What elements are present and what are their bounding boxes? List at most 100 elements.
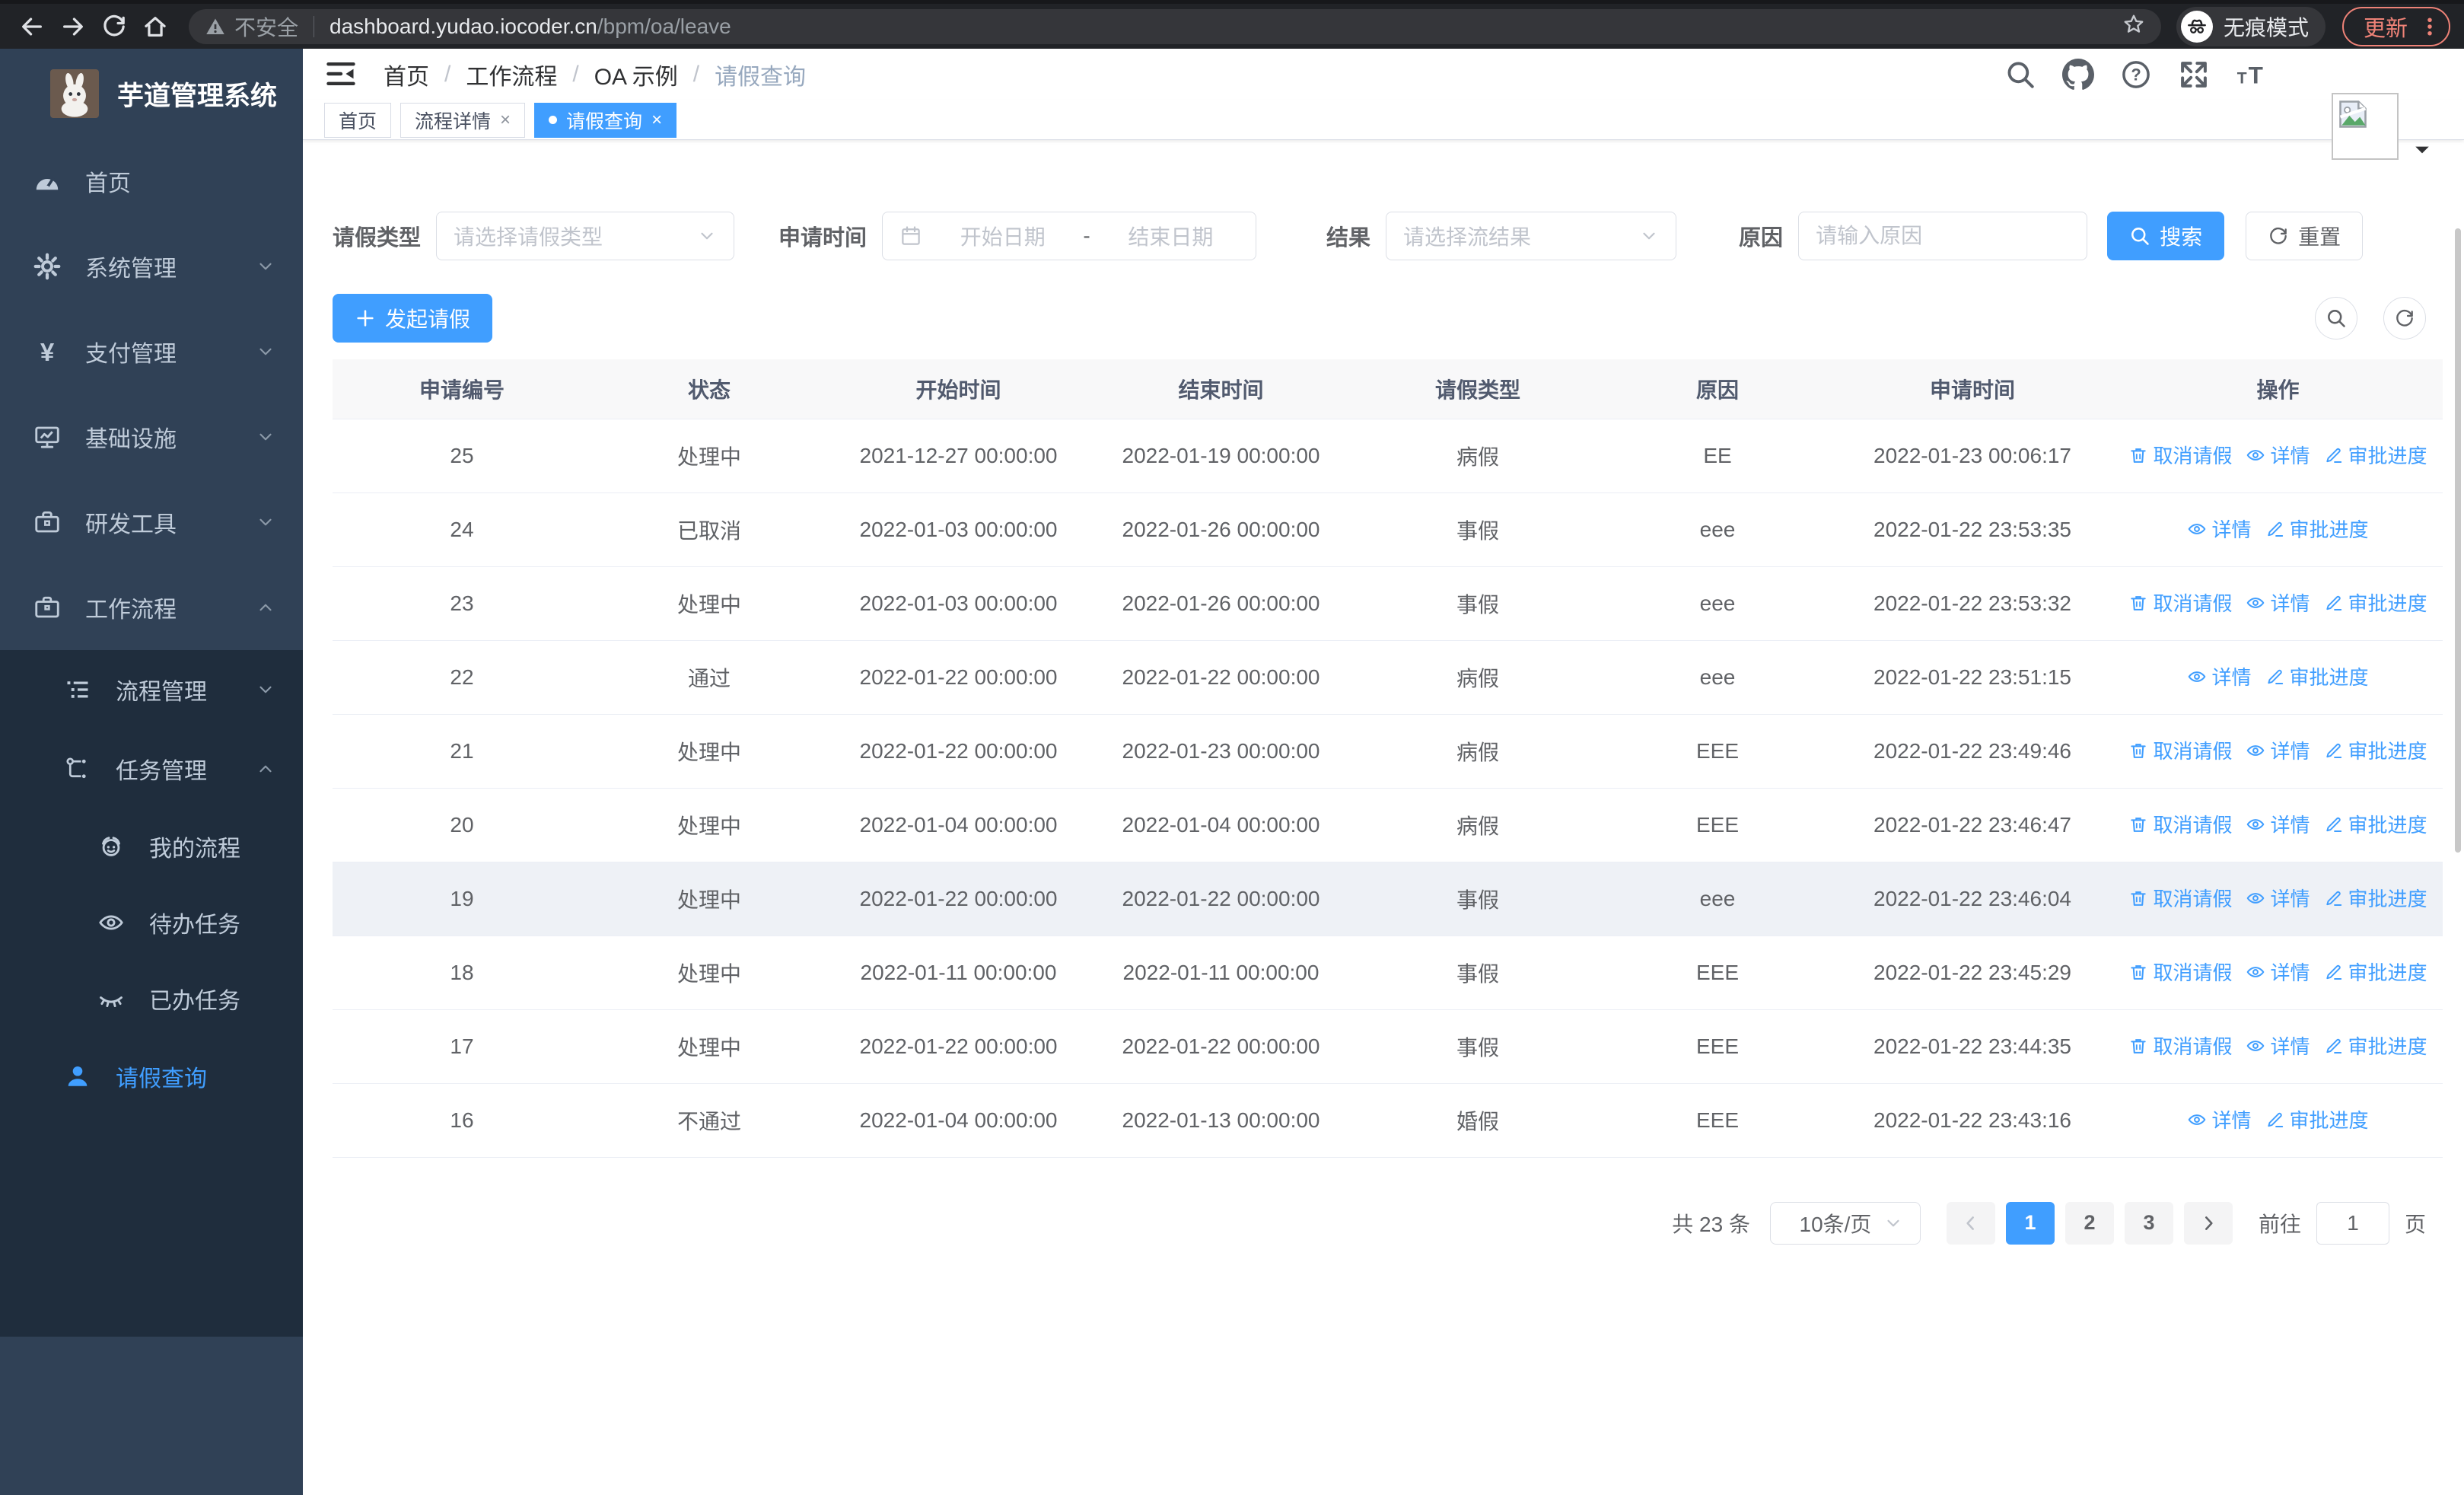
leave-type-select[interactable]: 请选择请假类型 bbox=[436, 212, 735, 260]
action-detail-link[interactable]: 详情 bbox=[2187, 662, 2252, 690]
menu-fold-icon[interactable] bbox=[324, 57, 359, 92]
start-date-input[interactable]: 开始日期 bbox=[934, 221, 1071, 251]
action-detail-link[interactable]: 详情 bbox=[2246, 1031, 2310, 1060]
user-menu-caret-icon[interactable] bbox=[2411, 139, 2434, 161]
view-icon bbox=[2246, 888, 2265, 908]
goto-label: 前往 bbox=[2258, 1212, 2301, 1236]
sidebar-item-done-tasks[interactable]: 已办任务 bbox=[0, 961, 303, 1037]
create-leave-button[interactable]: 发起请假 bbox=[333, 294, 493, 343]
avatar[interactable] bbox=[2332, 93, 2399, 160]
action-detail-link[interactable]: 详情 bbox=[2187, 515, 2252, 543]
cell-reason: EEE bbox=[1603, 714, 1832, 789]
trash-icon bbox=[2128, 445, 2148, 465]
page-button-2[interactable]: 2 bbox=[2064, 1201, 2114, 1245]
chevron-down-icon bbox=[256, 680, 275, 700]
cell-apply-time: 2022-01-22 23:51:15 bbox=[1832, 640, 2113, 715]
apply-time-range-picker[interactable]: 开始日期 - 结束日期 bbox=[882, 212, 1257, 260]
warning-icon bbox=[204, 15, 227, 38]
browser-home-button[interactable] bbox=[137, 8, 173, 45]
action-progress-link[interactable]: 审批进度 bbox=[2265, 515, 2369, 543]
sidebar-item-system[interactable]: 系统管理 bbox=[0, 224, 303, 309]
sidebar-item-my-process[interactable]: 我的流程 bbox=[0, 808, 303, 885]
search-icon[interactable] bbox=[2004, 59, 2036, 91]
action-cancel-link[interactable]: 取消请假 bbox=[2128, 588, 2232, 617]
action-detail-link[interactable]: 详情 bbox=[2246, 588, 2310, 617]
page-button-3[interactable]: 3 bbox=[2124, 1201, 2173, 1245]
close-icon[interactable]: × bbox=[651, 110, 662, 131]
action-progress-link[interactable]: 审批进度 bbox=[2324, 1031, 2427, 1060]
browser-reload-button[interactable] bbox=[96, 8, 132, 45]
list-icon bbox=[64, 676, 91, 703]
sidebar-item-workflow[interactable]: 工作流程 bbox=[0, 565, 303, 650]
action-detail-link[interactable]: 详情 bbox=[2187, 1105, 2252, 1133]
cell-status: 处理中 bbox=[591, 1009, 827, 1084]
github-icon[interactable] bbox=[2062, 59, 2094, 91]
sidebar-item-devtools[interactable]: 研发工具 bbox=[0, 480, 303, 565]
breadcrumb-item[interactable]: 首页 bbox=[384, 58, 429, 91]
action-progress-link[interactable]: 审批进度 bbox=[2265, 662, 2369, 690]
scrollbar[interactable] bbox=[2455, 228, 2461, 853]
cell-reason: eee bbox=[1603, 862, 1832, 936]
action-progress-link[interactable]: 审批进度 bbox=[2324, 588, 2427, 617]
font-size-icon[interactable] bbox=[2236, 59, 2268, 91]
view-icon bbox=[2246, 445, 2265, 465]
address-bar[interactable]: 不安全 dashboard.yudao.iocoder.cn/bpm/oa/le… bbox=[189, 8, 2161, 44]
action-progress-link[interactable]: 审批进度 bbox=[2324, 736, 2427, 764]
cell-actions: 取消请假 详情 审批进度 bbox=[2113, 714, 2443, 789]
search-button[interactable]: 搜索 bbox=[2107, 212, 2225, 260]
tab-process-detail[interactable]: 流程详情 × bbox=[400, 102, 526, 138]
action-cancel-link[interactable]: 取消请假 bbox=[2128, 736, 2232, 764]
action-detail-link[interactable]: 详情 bbox=[2246, 884, 2310, 912]
sidebar-item-home[interactable]: 首页 bbox=[0, 139, 303, 224]
action-detail-link[interactable]: 详情 bbox=[2246, 736, 2310, 764]
browser-update-button[interactable]: 更新 bbox=[2341, 6, 2450, 46]
show-search-button[interactable] bbox=[2315, 297, 2357, 339]
action-cancel-link[interactable]: 取消请假 bbox=[2128, 810, 2232, 838]
fullscreen-icon[interactable] bbox=[2178, 59, 2210, 91]
sidebar-item-payment[interactable]: 支付管理 bbox=[0, 309, 303, 394]
action-progress-link[interactable]: 审批进度 bbox=[2324, 441, 2427, 469]
reset-button[interactable]: 重置 bbox=[2246, 212, 2364, 260]
action-progress-link[interactable]: 审批进度 bbox=[2265, 1105, 2369, 1133]
result-select[interactable]: 请选择流结果 bbox=[1386, 212, 1677, 260]
close-icon[interactable]: × bbox=[500, 110, 511, 131]
action-cancel-link[interactable]: 取消请假 bbox=[2128, 884, 2232, 912]
sidebar-item-todo-tasks[interactable]: 待办任务 bbox=[0, 885, 303, 961]
action-detail-link[interactable]: 详情 bbox=[2246, 958, 2310, 986]
browser-menu-icon[interactable] bbox=[2418, 15, 2441, 38]
action-detail-link[interactable]: 详情 bbox=[2246, 810, 2310, 838]
browser-back-button[interactable] bbox=[14, 8, 50, 45]
action-cancel-link[interactable]: 取消请假 bbox=[2128, 1031, 2232, 1060]
action-progress-link[interactable]: 审批进度 bbox=[2324, 884, 2427, 912]
tab-home[interactable]: 首页 bbox=[324, 102, 392, 138]
cell-start-time: 2022-01-04 00:00:00 bbox=[827, 1083, 1090, 1158]
sidebar-item-process-mgmt[interactable]: 流程管理 bbox=[0, 650, 303, 729]
site-security[interactable]: 不安全 bbox=[204, 11, 298, 42]
sidebar-item-task-mgmt[interactable]: 任务管理 bbox=[0, 729, 303, 808]
action-progress-link[interactable]: 审批进度 bbox=[2324, 810, 2427, 838]
tab-leave-query[interactable]: 请假查询 × bbox=[534, 102, 677, 138]
page-button-1[interactable]: 1 bbox=[2005, 1201, 2055, 1245]
action-progress-link[interactable]: 审批进度 bbox=[2324, 958, 2427, 986]
reason-input[interactable] bbox=[1816, 224, 2071, 248]
action-cancel-link[interactable]: 取消请假 bbox=[2128, 441, 2232, 469]
bookmark-star-icon[interactable] bbox=[2122, 12, 2146, 40]
sidebar-item-infrastructure[interactable]: 基础设施 bbox=[0, 394, 303, 480]
refresh-table-button[interactable] bbox=[2383, 297, 2426, 339]
browser-toolbar: 不安全 dashboard.yudao.iocoder.cn/bpm/oa/le… bbox=[0, 0, 2464, 49]
breadcrumb-item[interactable]: 工作流程 bbox=[466, 58, 557, 91]
cell-apply-time: 2022-01-22 23:45:29 bbox=[1832, 936, 2113, 1010]
end-date-input[interactable]: 结束日期 bbox=[1103, 221, 1239, 251]
action-detail-link[interactable]: 详情 bbox=[2246, 441, 2310, 469]
page-size-select[interactable]: 10条/页 bbox=[1769, 1201, 1921, 1245]
goto-page-input[interactable] bbox=[2316, 1201, 2389, 1245]
breadcrumb-item[interactable]: OA 示例 bbox=[594, 58, 678, 91]
col-actions: 操作 bbox=[2113, 359, 2443, 419]
prev-page-button[interactable] bbox=[1946, 1201, 1995, 1245]
browser-forward-button[interactable] bbox=[55, 8, 91, 45]
help-icon[interactable] bbox=[2120, 59, 2152, 91]
col-leave-type: 请假类型 bbox=[1352, 359, 1603, 419]
sidebar-item-leave-query[interactable]: 请假查询 bbox=[0, 1037, 303, 1116]
next-page-button[interactable] bbox=[2183, 1201, 2233, 1245]
action-cancel-link[interactable]: 取消请假 bbox=[2128, 958, 2232, 986]
